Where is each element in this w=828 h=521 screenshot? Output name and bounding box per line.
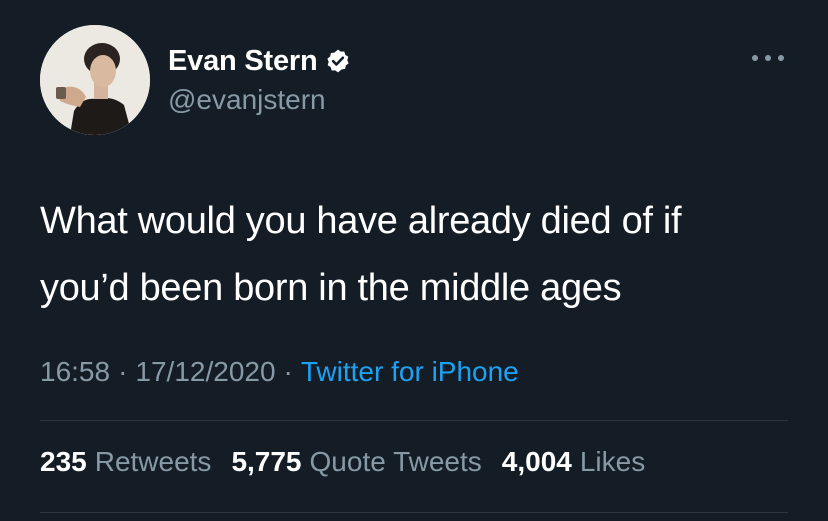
likes-stat[interactable]: 4,004 Likes	[502, 446, 645, 478]
tweet-time[interactable]: 16:58	[40, 356, 110, 387]
quote-tweets-count: 5,775	[231, 446, 302, 477]
meta-separator: ·	[118, 356, 128, 387]
retweets-count: 235	[40, 446, 87, 477]
divider	[40, 420, 788, 421]
author-display-name[interactable]: Evan Stern	[168, 45, 318, 78]
dot	[752, 55, 758, 61]
quote-tweets-stat[interactable]: 5,775 Quote Tweets	[231, 446, 481, 478]
dot	[765, 55, 771, 61]
likes-label: Likes	[579, 446, 646, 477]
retweets-label: Retweets	[94, 446, 212, 477]
tweet-text-line: What would you have already died of if	[40, 200, 682, 242]
more-options-icon[interactable]	[752, 50, 784, 66]
quote-tweets-label: Quote Tweets	[309, 446, 482, 477]
meta-separator: ·	[283, 356, 293, 387]
verified-badge-icon	[325, 48, 351, 74]
profile-photo-icon	[40, 25, 150, 135]
tweet-stats: 235 Retweets 5,775 Quote Tweets 4,004 Likes	[40, 446, 665, 478]
divider	[40, 512, 788, 513]
likes-count: 4,004	[501, 446, 572, 477]
tweet-text: What would you have already died of if y…	[40, 188, 800, 322]
author-handle[interactable]: @evanjstern	[168, 84, 326, 116]
tweet-date[interactable]: 17/12/2020	[135, 356, 275, 387]
tweet-source-link[interactable]: Twitter for iPhone	[301, 356, 519, 387]
author-name-row[interactable]: Evan Stern	[168, 42, 351, 80]
dot	[778, 55, 784, 61]
avatar[interactable]	[40, 25, 150, 135]
tweet-meta: 16:58 · 17/12/2020 · Twitter for iPhone	[40, 356, 519, 388]
tweet-text-line: you’d been born in the middle ages	[40, 267, 622, 309]
retweets-stat[interactable]: 235 Retweets	[40, 446, 211, 478]
